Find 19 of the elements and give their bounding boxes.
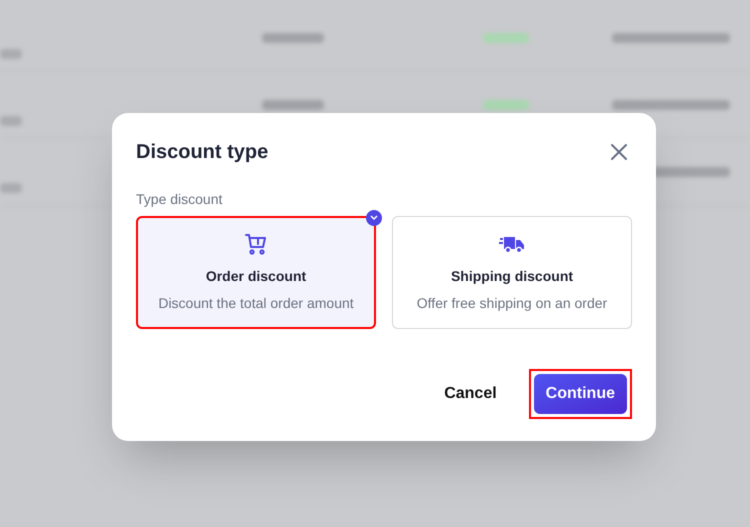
discount-option[interactable]: Order discount Discount the total order amount <box>136 216 376 329</box>
blurred-badge <box>483 100 529 110</box>
option-title: Order discount <box>206 266 306 286</box>
field-label: Type discount <box>136 190 224 209</box>
check-badge-icon <box>366 210 382 226</box>
continue-button[interactable]: Continue <box>534 374 627 414</box>
option-description: Discount the total order amount <box>158 294 354 312</box>
option-description: Offer free shipping on an order <box>416 294 608 313</box>
blurred-text-bar <box>262 33 324 43</box>
blurred-text-bar <box>262 100 324 110</box>
dialog-title: Discount type <box>136 140 268 165</box>
cart-icon <box>244 232 268 256</box>
blurred-badge <box>483 33 529 43</box>
option-title: Shipping discount <box>450 266 574 286</box>
cancel-button[interactable]: Cancel <box>440 374 501 414</box>
blurred-text-bar <box>0 49 22 59</box>
blurred-text-bar <box>0 183 22 193</box>
discount-option[interactable]: Shipping discount Offer free shipping on an order <box>392 216 632 329</box>
blurred-text-bar <box>0 116 22 126</box>
